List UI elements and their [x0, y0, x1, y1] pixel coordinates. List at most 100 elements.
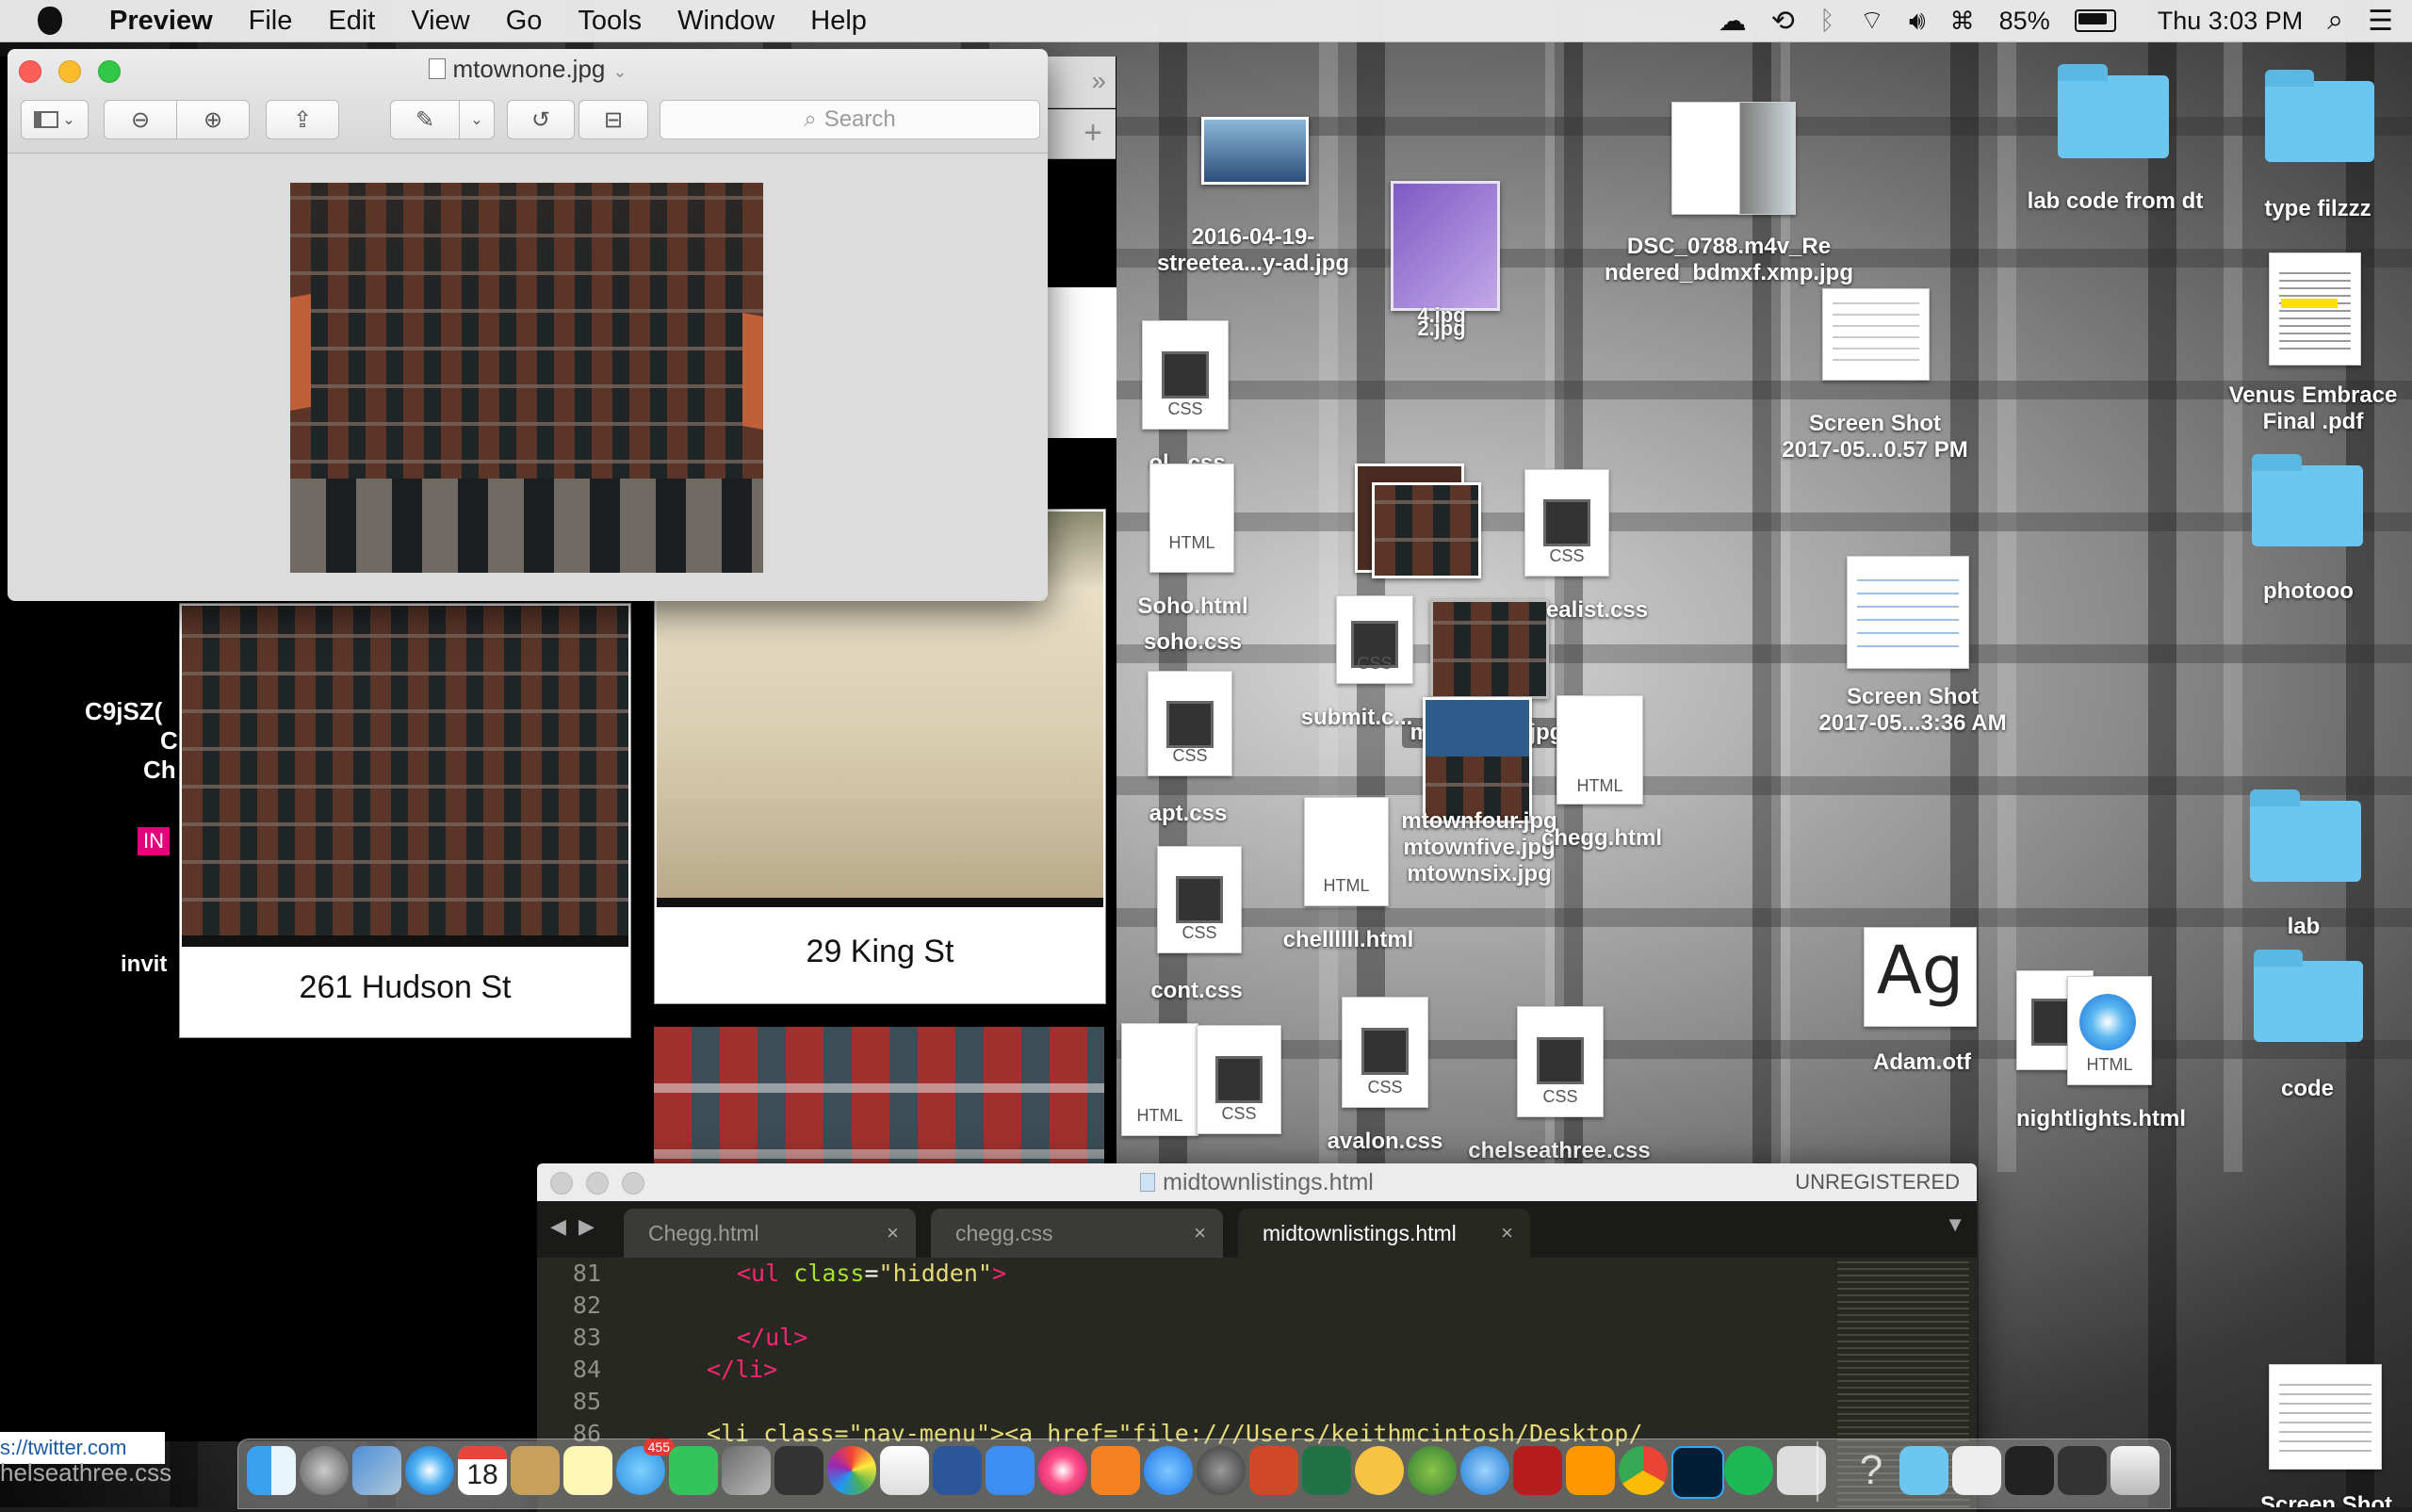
image-thumbnail[interactable]	[1372, 482, 1481, 578]
zoom-out-button[interactable]: ⊖	[104, 100, 177, 139]
launchpad-icon[interactable]	[300, 1446, 349, 1495]
time-machine-icon[interactable]: ⟲	[1771, 5, 1795, 38]
markup-button[interactable]: ✎	[390, 100, 460, 139]
tab-chegg-html[interactable]: Chegg.html ×	[624, 1209, 916, 1258]
close-icon[interactable]: ×	[887, 1209, 899, 1258]
excel-icon[interactable]	[1302, 1446, 1351, 1495]
folder-icon[interactable]	[2250, 789, 2361, 882]
spotlight-search-icon[interactable]: ⌕	[2327, 5, 2343, 37]
desktop-icon-label[interactable]: 2016-04-19- streetea...y-ad.jpg	[1131, 224, 1376, 277]
css-file-icon[interactable]: CSS	[1336, 595, 1413, 684]
globe-app-icon[interactable]	[1408, 1446, 1457, 1495]
word-icon[interactable]	[933, 1446, 982, 1495]
menu-go[interactable]: Go	[506, 6, 543, 37]
photoshop-icon[interactable]	[1671, 1446, 1724, 1499]
system-preferences-icon[interactable]	[1197, 1446, 1246, 1495]
css-file-icon[interactable]: CSS	[1197, 1025, 1281, 1134]
trash-icon[interactable]	[2110, 1446, 2159, 1495]
app-icon[interactable]	[1355, 1446, 1404, 1495]
desktop-icon-label[interactable]: Screen Shot 2017-05...3:36 AM	[1771, 684, 2054, 737]
desktop-icon-label[interactable]: DSC_0788.m4v_Re ndered_bdmxf.xmp.jpg	[1592, 234, 1866, 286]
ibooks-icon[interactable]	[1091, 1446, 1140, 1495]
folder-icon[interactable]	[2254, 950, 2363, 1042]
desktop-icon-label[interactable]: Screen Shot	[2246, 1492, 2406, 1507]
menu-tools[interactable]: Tools	[578, 6, 642, 37]
calendar-icon[interactable]: 18	[458, 1446, 507, 1495]
folder-icon[interactable]	[2265, 70, 2374, 162]
desktop-icon-label[interactable]: ealist.css	[1526, 597, 1668, 624]
css-file-icon[interactable]: CSS	[1142, 320, 1229, 430]
app-store-icon[interactable]	[1144, 1446, 1193, 1495]
menu-window[interactable]: Window	[677, 6, 774, 37]
tab-overflow-icon[interactable]: ▼	[1945, 1212, 1965, 1237]
image-thumbnail[interactable]	[1201, 117, 1309, 185]
desktop-icon-label[interactable]: chegg.html	[1536, 825, 1668, 852]
desktop-icon-label[interactable]: lab	[2242, 914, 2365, 940]
input-menu-icon[interactable]: ⌘	[1950, 7, 1975, 36]
terminal-icon[interactable]	[2005, 1446, 2054, 1495]
desktop-icon-label[interactable]: code	[2246, 1076, 2369, 1102]
desktop-icon-label[interactable]: cont.css	[1131, 978, 1263, 1004]
powerpoint-icon[interactable]	[1249, 1446, 1298, 1495]
search-field[interactable]: ⌕ Search	[660, 100, 1040, 139]
close-icon[interactable]: ×	[1501, 1209, 1513, 1258]
desktop-icon-label[interactable]: chelseathree.css	[1451, 1138, 1668, 1164]
quicktime-icon[interactable]	[1460, 1446, 1509, 1495]
keynote-icon[interactable]	[986, 1446, 1035, 1495]
desktop-icon-label[interactable]: type filzzz	[2233, 196, 2403, 222]
close-icon[interactable]: ×	[1194, 1209, 1206, 1258]
css-file-icon[interactable]: CSS	[1524, 469, 1609, 577]
creative-cloud-icon[interactable]: ☁	[1719, 5, 1747, 38]
html-file-icon[interactable]: HTML	[1121, 1023, 1198, 1136]
share-button[interactable]: ⇪	[266, 100, 339, 139]
menu-help[interactable]: Help	[810, 6, 867, 37]
acrobat-icon[interactable]	[1513, 1446, 1562, 1495]
menu-edit[interactable]: Edit	[328, 6, 375, 37]
image-thumbnail[interactable]	[2269, 1364, 2382, 1470]
desktop-icon-label[interactable]: 4.jpg 2.jpg	[1385, 305, 1498, 339]
toolbox-button[interactable]: ⊟	[579, 100, 648, 139]
chevron-down-icon[interactable]: ⌄	[612, 62, 627, 81]
rotate-button[interactable]: ↺	[507, 100, 575, 139]
clock[interactable]: Thu 3:03 PM	[2158, 7, 2304, 36]
invite-link[interactable]: invit	[121, 951, 167, 978]
volume-icon[interactable]: 🔊︎	[1909, 6, 1926, 37]
desktop-icon-label[interactable]: Adam.otf	[1856, 1049, 1988, 1076]
html-file-icon[interactable]: HTML	[1304, 797, 1389, 906]
tab-forward-arrow-icon[interactable]: ▶	[579, 1214, 595, 1239]
desktop-icon-label[interactable]: avalon.css	[1310, 1129, 1460, 1155]
desktop-icon-label[interactable]: photooo	[2224, 578, 2393, 605]
image-thumbnail[interactable]	[1671, 102, 1796, 215]
spotify-icon[interactable]	[1724, 1446, 1773, 1495]
pdf-document-icon[interactable]	[2269, 252, 2361, 366]
itunes-icon[interactable]	[1038, 1446, 1087, 1495]
image-thumbnail[interactable]	[1822, 288, 1930, 381]
window-thumbnail-icon[interactable]	[1952, 1446, 2001, 1495]
chrome-icon[interactable]	[1619, 1446, 1668, 1495]
menu-view[interactable]: View	[411, 6, 469, 37]
window-thumbnail-icon[interactable]	[2058, 1446, 2107, 1495]
tab-back-arrow-icon[interactable]: ◀	[550, 1214, 566, 1239]
wifi-icon[interactable]: ⌔	[1860, 5, 1884, 38]
app-menu[interactable]: Preview	[109, 6, 213, 37]
apple-menu-icon[interactable]	[38, 7, 62, 35]
sidebar-toggle-button[interactable]: ⌄	[21, 100, 89, 139]
folder-icon[interactable]	[2252, 454, 2363, 546]
notes-icon[interactable]	[563, 1446, 612, 1495]
html-file-icon[interactable]: HTML	[1556, 695, 1643, 805]
help-icon[interactable]: ?	[1847, 1446, 1896, 1495]
font-file-icon[interactable]: Ag	[1864, 927, 1977, 1027]
desktop-icon-label[interactable]: apt.css	[1127, 801, 1249, 827]
chevron-right-icon[interactable]: »	[1091, 66, 1106, 96]
messages-icon[interactable]: 455	[616, 1439, 675, 1495]
photo-app-icon[interactable]	[352, 1446, 401, 1495]
desktop-icon-label[interactable]: submit.c...	[1291, 705, 1423, 731]
tab-midtownlistings-html[interactable]: midtownlistings.html ×	[1238, 1209, 1530, 1258]
plus-icon[interactable]: +	[1084, 115, 1102, 152]
battery-icon[interactable]	[2074, 9, 2116, 32]
css-file-icon[interactable]: CSS	[1517, 1006, 1604, 1117]
contacts-icon[interactable]	[511, 1446, 560, 1495]
listing-card[interactable]: 261 Hudson St	[179, 603, 631, 1038]
desktop-icon-label[interactable]: nightlights.html	[1979, 1106, 2224, 1132]
photo-booth-icon[interactable]	[722, 1446, 771, 1495]
